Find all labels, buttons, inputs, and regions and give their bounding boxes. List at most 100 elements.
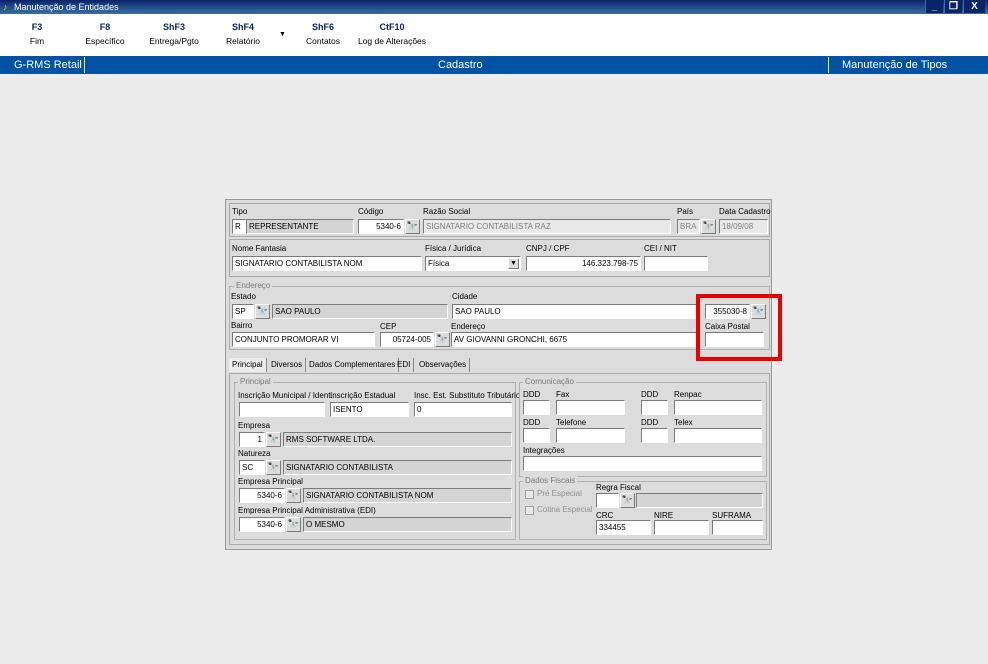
key-label: F3 (31, 22, 43, 32)
binoculars-icon[interactable]: 🔭 (435, 332, 450, 347)
tipo-desc-field: REPRESENTANTE (246, 219, 354, 234)
tab-principal[interactable]: Principal (229, 358, 267, 372)
telex-field[interactable] (674, 428, 762, 443)
cidade-field[interactable]: SAO PAULO (452, 304, 700, 319)
insc-sub-field[interactable]: 0 (414, 402, 512, 417)
estado-code-field[interactable]: SP (232, 304, 254, 319)
cep-label: CEP (380, 322, 397, 331)
principal-group: Principal Inscrição Municipal / Ident. I… (234, 377, 520, 540)
pre-especial-checkbox[interactable] (525, 490, 534, 499)
emp-adm-name-field: O MESMO (303, 517, 512, 532)
telefone-field[interactable] (556, 428, 625, 443)
ddd-label: DDD (523, 418, 541, 427)
tipo-code-field[interactable]: R (232, 219, 246, 234)
crc-field[interactable]: 334455 (596, 520, 651, 535)
binoculars-icon[interactable]: 🔭 (701, 219, 716, 234)
minimize-button[interactable]: _ (925, 0, 943, 13)
binoculars-icon[interactable]: 🔭 (255, 304, 270, 319)
codigo-label: Código (358, 207, 384, 216)
crc-label: CRC (596, 511, 614, 520)
ddd-label: DDD (641, 390, 659, 399)
integracoes-label: Integrações (523, 446, 565, 455)
nire-field[interactable] (654, 520, 709, 535)
binoculars-icon[interactable]: 🔭 (405, 219, 420, 234)
telefone-ddd-field[interactable] (523, 428, 550, 443)
maintenance-types-link[interactable]: Manutenção de Tipos (842, 56, 947, 74)
insc-mun-field[interactable] (239, 402, 325, 417)
module-bar: G-RMS Retail Cadastro Manutenção de Tipo… (0, 56, 988, 74)
dados-fiscais-group-title: Dados Fiscais (523, 476, 578, 485)
toolbar-relatorio-button[interactable]: ShF4 Relatório (222, 22, 264, 46)
fax-field[interactable] (556, 400, 625, 415)
estado-name-field: SAO PAULO (272, 304, 448, 319)
cidade-label: Cidade (452, 292, 478, 301)
tab-observacoes[interactable]: Observações (416, 358, 471, 372)
regra-fiscal-field[interactable] (596, 493, 619, 508)
regra-fiscal-desc-field (636, 493, 763, 508)
toolbar-entrega-button[interactable]: ShF3 Entrega/Pgto (145, 22, 203, 46)
natureza-name-field: SIGNATARIO CONTABILISTA (283, 460, 512, 475)
endereco-label: Endereço (451, 322, 486, 331)
endereco-field[interactable]: AV GIOVANNI GRONCHI, 6675 (451, 332, 700, 347)
integracoes-field[interactable] (523, 456, 762, 471)
key-label: ShF3 (162, 22, 185, 32)
key-label: F8 (99, 22, 111, 32)
empresa-code-field[interactable]: 1 (239, 432, 265, 447)
tab-content: Principal Inscrição Municipal / Ident. I… (229, 373, 770, 545)
ddd-label: DDD (641, 418, 659, 427)
toolbar-fim-button[interactable]: F3 Fim (22, 22, 52, 46)
insc-mun-label: Inscrição Municipal / Ident. (238, 391, 333, 400)
toolbar-especifico-button[interactable]: F8 Específico (82, 22, 128, 46)
telex-ddd-field[interactable] (641, 428, 668, 443)
principal-group-title: Principal (238, 377, 273, 386)
function-key-toolbar: F3 Fim F8 Específico ShF3 Entrega/Pgto ShF4… (0, 14, 988, 56)
insc-est-field[interactable]: ISENTO (330, 402, 409, 417)
cnpj-field[interactable]: 146.323.798-75 (526, 256, 641, 271)
binoculars-icon[interactable]: 🔭 (286, 488, 301, 503)
renpac-field[interactable] (674, 400, 762, 415)
key-label: CtF10 (379, 22, 405, 32)
fisjur-select[interactable]: Física ▼ (425, 256, 521, 271)
renpac-ddd-field[interactable] (641, 400, 668, 415)
suframa-field[interactable] (712, 520, 763, 535)
window-title: Manutenção de Entidades (14, 2, 119, 12)
data-cadastro-field: 18/09/08 (719, 219, 768, 234)
cep-field[interactable]: 05724-005 (380, 332, 434, 347)
binoculars-icon[interactable]: 🔭 (266, 432, 281, 447)
toolbar-log-button[interactable]: CtF10 Log de Alterações (356, 22, 428, 46)
emp-princ-label: Empresa Principal (238, 477, 303, 486)
razao-social-label: Razão Social (423, 207, 471, 216)
close-button[interactable]: X (963, 0, 985, 13)
highlight-box (696, 294, 782, 361)
names-section: Nome Fantasia SIGNATARIO CONTABILISTA NO… (229, 239, 770, 277)
binoculars-icon[interactable]: 🔭 (620, 493, 635, 508)
fax-ddd-field[interactable] (523, 400, 550, 415)
emp-adm-code-field[interactable]: 5340-6 (239, 517, 285, 532)
fax-label: Fax (556, 390, 570, 399)
restore-button[interactable]: ❐ (944, 0, 962, 13)
natureza-label: Natureza (238, 449, 271, 458)
chevron-down-icon[interactable]: ▼ (508, 258, 519, 269)
natureza-code-field[interactable]: SC (239, 460, 265, 475)
codigo-field[interactable]: 5340-6 (358, 219, 404, 234)
comunicacao-group-title: Comunicação (523, 377, 576, 386)
tab-dados-complementares[interactable]: Dados Complementares (306, 358, 400, 372)
bairro-label: Bairro (231, 321, 253, 330)
binoculars-icon[interactable]: 🔭 (266, 460, 281, 475)
toolbar-contatos-button[interactable]: ShF6 Contatos (302, 22, 344, 46)
tab-diversos[interactable]: Diversos (268, 358, 307, 372)
chevron-down-icon[interactable]: ▼ (279, 31, 286, 38)
cotina-especial-checkbox[interactable] (525, 506, 534, 515)
emp-princ-code-field[interactable]: 5340-6 (239, 488, 285, 503)
pais-field[interactable]: BRA (677, 219, 700, 234)
binoculars-icon[interactable]: 🔭 (286, 517, 301, 532)
entity-form-panel: Tipo R REPRESENTANTE Código 5340-6 🔭 Raz… (225, 199, 772, 550)
module-title: Cadastro (438, 59, 483, 71)
cei-field[interactable] (644, 256, 708, 271)
razao-social-field[interactable]: SIGNATARIO CONTABILISTA RAZ (423, 219, 671, 234)
app-icon: ♪ (3, 2, 8, 12)
bairro-field[interactable]: CONJUNTO PROMORAR VI (232, 332, 375, 347)
fantasia-field[interactable]: SIGNATARIO CONTABILISTA NOM (232, 256, 422, 271)
tab-edi[interactable]: EDI (394, 358, 415, 372)
pais-label: País (677, 207, 694, 216)
